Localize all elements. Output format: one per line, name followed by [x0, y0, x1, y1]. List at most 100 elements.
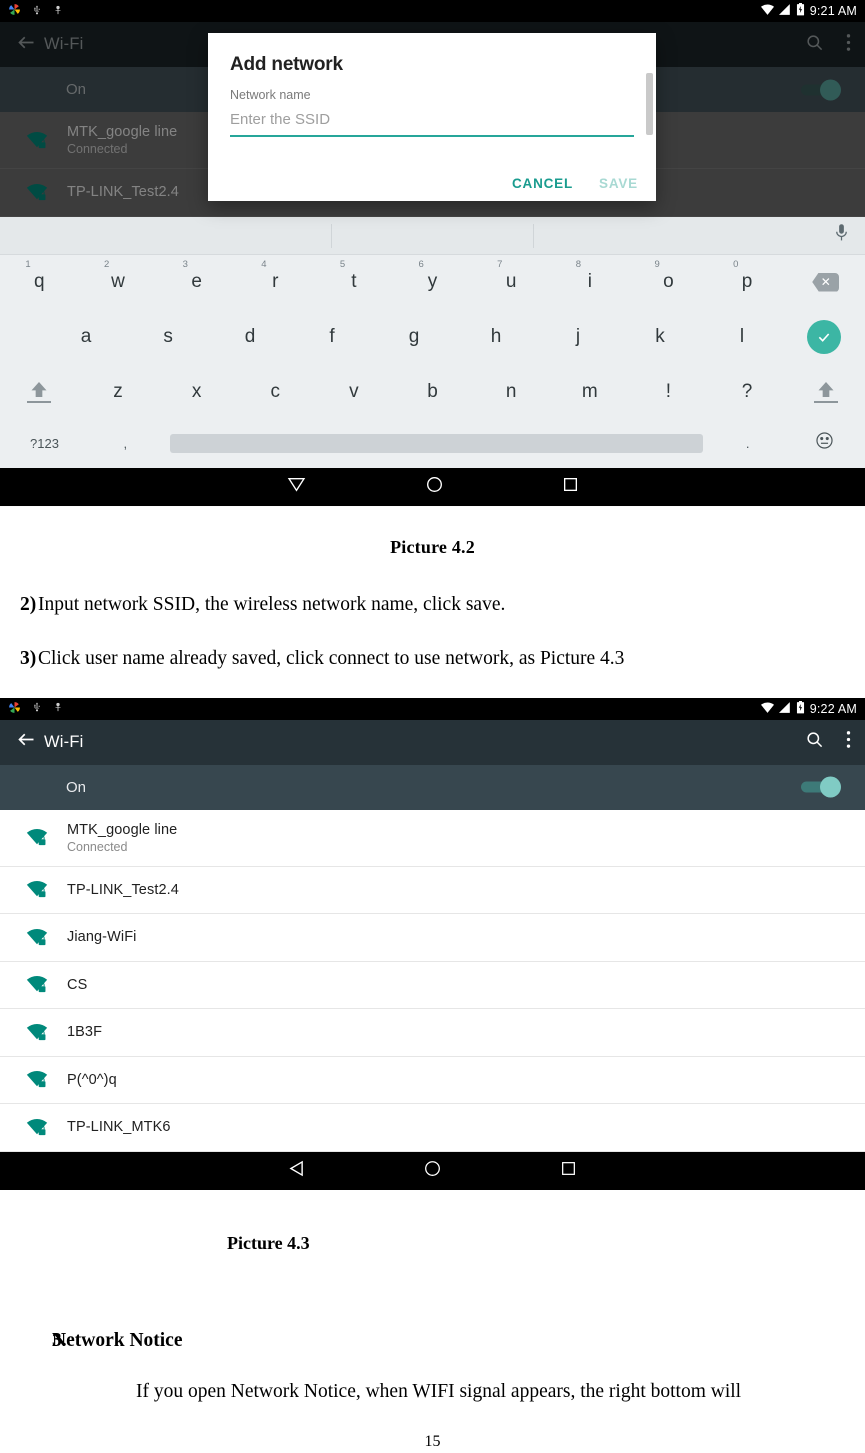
table-row-text: Jiang-WiFi [67, 929, 136, 945]
shift-key-right[interactable] [786, 365, 865, 420]
network-status: Connected [67, 839, 128, 854]
back-arrow-icon[interactable] [16, 32, 37, 58]
back-triangle-icon[interactable] [287, 477, 306, 497]
key-g[interactable]: g [373, 310, 455, 365]
wifi-secured-icon [22, 928, 52, 947]
keyboard-row-4: ?123 , . [0, 420, 865, 468]
shift-key-left[interactable] [0, 365, 79, 420]
dialog-title: Add network [230, 54, 343, 75]
page-title: Wi-Fi [44, 732, 84, 751]
network-ssid: TP-LINK_MTK6 [67, 1119, 171, 1136]
period-key[interactable]: . [711, 420, 784, 468]
wifi-secured-icon [22, 131, 52, 150]
key-o[interactable]: 9o [629, 255, 708, 310]
key-p[interactable]: 0p [708, 255, 787, 310]
save-button[interactable]: SAVE [599, 176, 638, 191]
keyboard-row-1: 1q 2w 3e 4r 5t 6y 7u 8i 9o 0p ✕ [0, 255, 865, 310]
list-item-text: MTK_google line Connected [67, 124, 177, 156]
wifi-toggle-switch[interactable] [801, 79, 841, 100]
key-b[interactable]: b [393, 365, 472, 420]
wifi-toggle-row-2[interactable]: On [0, 764, 865, 810]
key-i[interactable]: 8i [550, 255, 629, 310]
table-row[interactable]: MTK_google line Connected [0, 810, 865, 867]
key-n[interactable]: n [472, 365, 551, 420]
search-icon[interactable] [805, 33, 824, 57]
wifi-secured-icon [22, 975, 52, 994]
key-label: w [111, 271, 125, 292]
key-k[interactable]: k [619, 310, 701, 365]
key-u[interactable]: 7u [472, 255, 551, 310]
recents-square-icon[interactable] [561, 1161, 576, 1181]
symbols-key[interactable]: ?123 [0, 420, 89, 468]
overflow-menu-icon[interactable] [846, 730, 851, 754]
recents-square-icon[interactable] [563, 477, 578, 497]
switch-thumb [820, 776, 841, 798]
key-y[interactable]: 6y [393, 255, 472, 310]
table-row[interactable]: TP-LINK_Test2.4 [0, 867, 865, 915]
document-text-block-2: Picture 4.3 3. Network Notice If you ope… [0, 1233, 865, 1451]
google-photos-icon [8, 3, 21, 19]
suggestion-strip[interactable] [0, 216, 865, 255]
key-exclamation[interactable]: ! [629, 365, 708, 420]
table-row[interactable]: P(^0^)q [0, 1057, 865, 1105]
emoji-key[interactable] [784, 420, 865, 468]
table-row-text: CS [67, 977, 87, 993]
section-title: Network Notice [52, 1329, 183, 1351]
shift-underline [813, 401, 838, 403]
backspace-key[interactable]: ✕ [786, 255, 865, 310]
ssid-input[interactable]: Enter the SSID [230, 111, 634, 137]
key-j[interactable]: j [537, 310, 619, 365]
key-z[interactable]: z [79, 365, 158, 420]
overflow-menu-icon[interactable] [846, 33, 851, 57]
wifi-toggle-switch[interactable] [801, 776, 841, 798]
key-w[interactable]: 2w [79, 255, 158, 310]
home-circle-icon[interactable] [424, 1160, 441, 1182]
key-label: n [505, 381, 517, 402]
key-q[interactable]: 1q [0, 255, 79, 310]
network-ssid: CS [67, 976, 88, 993]
key-label: v [349, 381, 359, 402]
key-hint: 8 [575, 258, 582, 270]
table-row[interactable]: CS [0, 962, 865, 1010]
key-label: u [505, 271, 517, 292]
table-row[interactable]: Jiang-WiFi [0, 914, 865, 962]
shift-icon [27, 381, 52, 403]
wifi-toggle-label: On [66, 778, 87, 796]
key-hint: 9 [654, 258, 660, 270]
key-label: e [191, 271, 202, 292]
screenshot-wifi-list: 9:22 AM Wi-Fi On MTK_google line Connect… [0, 697, 865, 1190]
suggestion-divider [533, 223, 534, 248]
space-key[interactable] [169, 434, 704, 453]
key-label: d [244, 326, 256, 347]
dialog-actions: CANCEL SAVE [512, 176, 638, 191]
back-arrow-icon[interactable] [16, 729, 37, 755]
key-e[interactable]: 3e [157, 255, 236, 310]
key-x[interactable]: x [157, 365, 236, 420]
key-label: f [329, 326, 335, 347]
enter-key[interactable] [783, 310, 865, 365]
microphone-icon[interactable] [834, 223, 849, 247]
dialog-scrollbar[interactable] [646, 73, 653, 135]
key-l[interactable]: l [701, 310, 783, 365]
comma-key[interactable]: , [89, 420, 162, 468]
cancel-button[interactable]: CANCEL [512, 176, 573, 191]
key-f[interactable]: f [291, 310, 373, 365]
keyboard-row-3: z x c v b n m ! ? [0, 365, 865, 420]
table-row[interactable]: TP-LINK_MTK6 [0, 1104, 865, 1152]
document-page: 9:21 AM Wi-Fi On MTK_google line Connect… [0, 0, 865, 1453]
figure-caption-42: Picture 4.2 [390, 537, 475, 557]
home-circle-icon[interactable] [426, 476, 443, 498]
key-r[interactable]: 4r [236, 255, 315, 310]
key-d[interactable]: d [209, 310, 291, 365]
back-triangle-icon[interactable] [289, 1160, 304, 1182]
table-row[interactable]: 1B3F [0, 1009, 865, 1057]
key-m[interactable]: m [550, 365, 629, 420]
key-a[interactable]: a [45, 310, 127, 365]
key-v[interactable]: v [315, 365, 394, 420]
key-h[interactable]: h [455, 310, 537, 365]
key-c[interactable]: c [236, 365, 315, 420]
key-s[interactable]: s [127, 310, 209, 365]
key-question[interactable]: ? [708, 365, 787, 420]
key-t[interactable]: 5t [315, 255, 394, 310]
search-icon[interactable] [805, 730, 824, 754]
